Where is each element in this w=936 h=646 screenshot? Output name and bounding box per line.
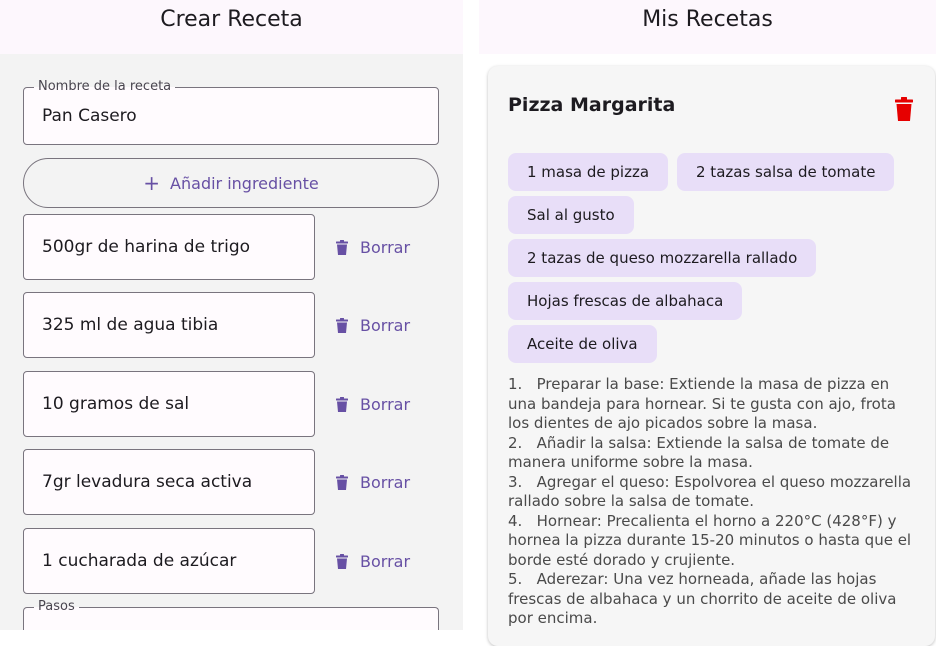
delete-recipe-button[interactable] <box>895 97 913 125</box>
delete-label: Borrar <box>360 551 411 571</box>
ingredient-chip: Hojas frescas de albahaca <box>508 282 743 320</box>
add-ingredient-button[interactable]: + Añadir ingrediente <box>23 158 439 208</box>
recipe-step: 3. Agregar el queso: Espolvorea el queso… <box>508 472 912 511</box>
ingredient-value[interactable]: 10 gramos de sal <box>42 372 189 436</box>
trash-icon <box>336 396 348 412</box>
delete-label: Borrar <box>360 237 411 257</box>
plus-icon: + <box>143 171 161 195</box>
create-recipe-title: Crear Receta <box>160 7 303 32</box>
ingredient-chip: 2 tazas de queso mozzarella rallado <box>508 239 817 277</box>
recipe-card-title: Pizza Margarita <box>508 94 676 116</box>
delete-ingredient-button[interactable]: Borrar <box>336 468 410 496</box>
recipe-step: 5. Aderezar: Una vez horneada, añade las… <box>508 570 897 627</box>
steps-label: Pasos <box>34 599 79 615</box>
my-recipes-title: Mis Recetas <box>642 7 773 32</box>
delete-ingredient-button[interactable]: Borrar <box>336 311 410 339</box>
trash-icon <box>336 239 348 255</box>
recipe-step: 4. Hornear: Precalienta el horno a 220°C… <box>508 511 912 569</box>
delete-ingredient-button[interactable]: Borrar <box>336 233 410 261</box>
ingredient-value[interactable]: 500gr de harina de trigo <box>42 215 250 279</box>
ingredient-chip: 1 masa de pizza <box>508 153 669 191</box>
trash-icon <box>336 317 348 333</box>
ingredient-value[interactable]: 325 ml de agua tibia <box>42 293 218 357</box>
ingredient-chip: Sal al gusto <box>508 196 634 234</box>
recipe-name-input[interactable]: Nombre de la receta Pan Casero <box>23 79 439 145</box>
delete-label: Borrar <box>360 394 411 414</box>
delete-label: Borrar <box>360 472 411 492</box>
steps-input[interactable]: Pasos <box>23 599 439 630</box>
trash-icon <box>336 553 348 569</box>
ingredient-input[interactable]: 500gr de harina de trigo <box>23 214 315 280</box>
recipe-step: 2. Añadir la salsa: Extiende la salsa de… <box>508 433 890 472</box>
ingredient-input[interactable]: 1 cucharada de azúcar <box>23 528 315 594</box>
delete-label: Borrar <box>360 315 411 335</box>
ingredient-chip: 2 tazas salsa de tomate <box>677 153 895 191</box>
ingredient-value[interactable]: 7gr levadura seca activa <box>42 450 252 514</box>
ingredient-input[interactable]: 7gr levadura seca activa <box>23 449 315 515</box>
recipe-steps: 1. Preparar la base: Extiende la masa de… <box>508 375 918 629</box>
add-ingredient-label: Añadir ingrediente <box>170 173 319 193</box>
ingredient-value[interactable]: 1 cucharada de azúcar <box>42 529 236 593</box>
trash-icon <box>895 97 913 121</box>
ingredient-chip: Aceite de oliva <box>508 325 657 363</box>
delete-ingredient-button[interactable]: Borrar <box>336 547 410 575</box>
recipe-name-value[interactable]: Pan Casero <box>42 88 137 144</box>
ingredient-input[interactable]: 325 ml de agua tibia <box>23 292 315 358</box>
trash-icon <box>336 474 348 490</box>
recipe-step: 1. Preparar la base: Extiende la masa de… <box>508 375 896 432</box>
ingredient-input[interactable]: 10 gramos de sal <box>23 371 315 437</box>
delete-ingredient-button[interactable]: Borrar <box>336 390 410 418</box>
